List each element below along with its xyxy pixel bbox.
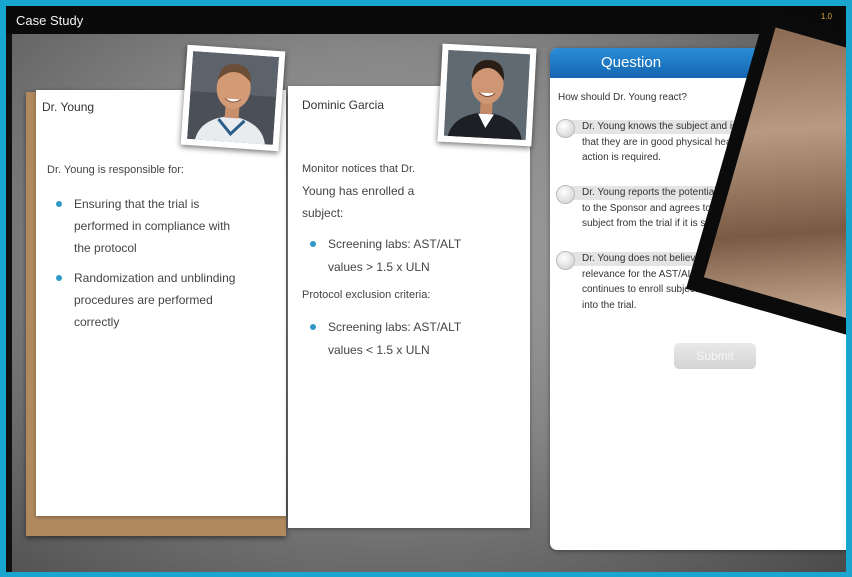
garcia-notice-3: subject: bbox=[302, 206, 344, 220]
bullet-icon bbox=[310, 324, 316, 330]
dominic-garcia-photo bbox=[437, 43, 537, 147]
bullet-icon bbox=[56, 201, 62, 207]
dr-young-bullet-2c: correctly bbox=[74, 315, 120, 329]
dr-young-card: Dr. Young Dr. Young is responsible for: … bbox=[36, 90, 286, 516]
dr-young-bullet-1c: the protocol bbox=[74, 241, 137, 255]
dr-young-bullet-1a: Ensuring that the trial is bbox=[74, 197, 200, 211]
dr-young-bullet-1b: performed in compliance with bbox=[74, 219, 231, 233]
dominic-garcia-card: Dominic Garcia Monitor notices that Dr. … bbox=[288, 86, 530, 528]
question-prompt: How should Dr. Young react? bbox=[558, 92, 687, 103]
garcia-notice-2: Young has enrolled a bbox=[302, 184, 415, 198]
dr-young-bullet-2b: procedures are performed bbox=[74, 293, 213, 307]
dr-young-bullet-2a: Randomization and unblinding bbox=[74, 271, 236, 285]
garcia-bullet-2b: values < 1.5 x ULN bbox=[328, 343, 430, 357]
garcia-bullet-2a: Screening labs: AST/ALT bbox=[328, 320, 462, 334]
portrait-icon bbox=[187, 51, 279, 145]
garcia-criteria-label: Protocol exclusion criteria: bbox=[302, 289, 431, 301]
dr-young-intro: Dr. Young is responsible for: bbox=[47, 164, 184, 176]
question-header-label: Question bbox=[601, 54, 662, 71]
page-indicator: 1.0 bbox=[820, 12, 832, 21]
dr-young-photo bbox=[180, 44, 286, 152]
portrait-icon bbox=[443, 49, 531, 141]
app-frame: Case Study 1.0 Dr. Young Dr. Young is re… bbox=[6, 6, 846, 572]
garcia-bullet-1b: values > 1.5 x ULN bbox=[328, 260, 430, 274]
dominic-garcia-name: Dominic Garcia bbox=[302, 98, 385, 112]
radio-button[interactable] bbox=[556, 185, 575, 204]
radio-button[interactable] bbox=[556, 119, 575, 138]
case-study-stage: Dr. Young Dr. Young is responsible for: … bbox=[12, 10, 846, 572]
bullet-icon bbox=[310, 241, 316, 247]
title-bar: Case Study 1.0 bbox=[6, 6, 846, 34]
radio-button[interactable] bbox=[556, 251, 575, 270]
bullet-icon bbox=[56, 275, 62, 281]
page-title: Case Study bbox=[16, 13, 84, 28]
garcia-bullet-1a: Screening labs: AST/ALT bbox=[328, 237, 462, 251]
garcia-notice-1: Monitor notices that Dr. bbox=[302, 163, 416, 175]
submit-button[interactable]: Submit bbox=[674, 343, 756, 369]
dr-young-name: Dr. Young bbox=[42, 100, 95, 114]
